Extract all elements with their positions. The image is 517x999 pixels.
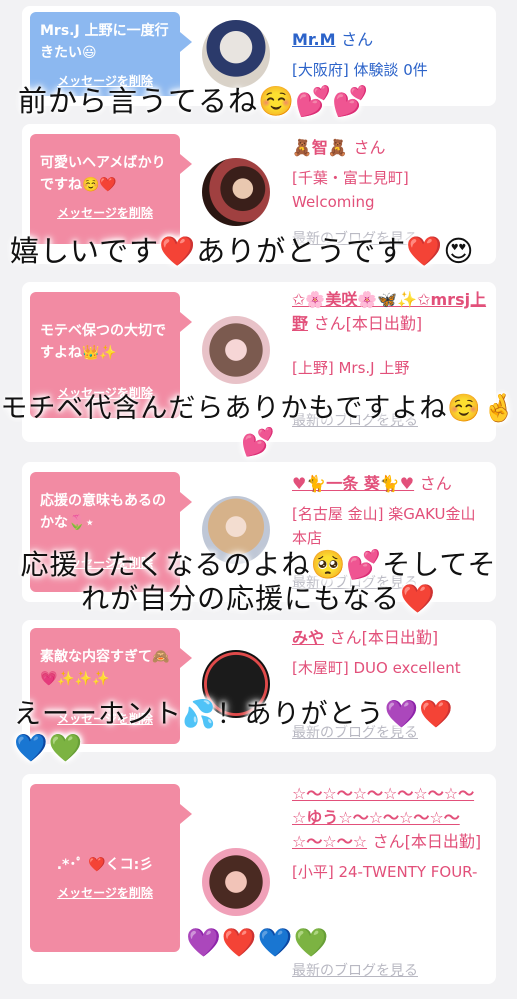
- honorific: さん: [419, 474, 452, 493]
- message-text: 可愛いヘアメばかりですね☺️❤️: [40, 155, 166, 193]
- avatar[interactable]: [202, 848, 270, 916]
- user-meta: [小平] 24-TWENTY FOUR-: [292, 863, 478, 881]
- user-name[interactable]: ✩🌸美咲🌸🦋✨✩mrsj上野 さん[本日出勤]: [292, 288, 488, 336]
- message-text: モテベ保つの大切ですよね👑✨: [40, 323, 166, 361]
- user-name[interactable]: みや さん[本日出勤]: [292, 626, 488, 650]
- user-meta: [大阪府] 体験談 0件: [292, 61, 428, 79]
- overlay-caption: 嬉しいです❤️ありがとうです❤️😍: [10, 234, 475, 268]
- user-meta: [名古屋 金山] 楽GAKU金山本店: [292, 505, 476, 547]
- user-name[interactable]: ☆〜☆〜☆〜☆〜☆〜☆〜☆ゆう☆〜☆〜☆〜☆〜☆〜☆〜☆ さん[本日出勤]: [292, 782, 488, 854]
- avatar[interactable]: [202, 20, 270, 88]
- honorific: さん[本日出勤]: [313, 314, 423, 333]
- message-text: 素敵な内容すぎて🙈💗✨✨✨: [40, 649, 170, 687]
- overlay-caption: モチベ代含んだらありかもですよね☺️🤞💕: [0, 393, 517, 458]
- user-meta: [千葉・富士見町] Welcoming: [292, 169, 409, 211]
- message-text: 応援の意味もあるのかな🌷⋆: [40, 493, 166, 531]
- overlay-caption: 応援したくなるのよね🥺💕そしてそれが自分の応援にもなる❤️: [20, 548, 497, 615]
- user-name-link[interactable]: みや: [292, 628, 324, 647]
- avatar[interactable]: [202, 158, 270, 226]
- user-name[interactable]: 🧸智🧸 さん: [292, 136, 488, 160]
- latest-blog-link[interactable]: 最新のブログを見る: [292, 960, 418, 980]
- user-meta: [木屋町] DUO excellent: [292, 659, 461, 677]
- user-name-link[interactable]: 🧸智🧸: [292, 138, 348, 157]
- overlay-caption: 前から言うてるね☺️💕💕: [18, 84, 370, 118]
- message-bubble: 可愛いヘアメばかりですね☺️❤️ メッセージを削除: [30, 134, 192, 244]
- delete-message-link[interactable]: メッセージを削除: [40, 204, 170, 221]
- user-name-link[interactable]: Mr.M: [292, 30, 336, 49]
- honorific: さん[本日出勤]: [329, 628, 439, 647]
- message-text: .*･ﾟ ❤️くコ:彡: [56, 857, 154, 873]
- honorific: さん: [341, 30, 374, 49]
- honorific: さん[本日出勤]: [372, 832, 482, 851]
- message-bubble: .*･ﾟ ❤️くコ:彡 メッセージを削除: [30, 784, 192, 952]
- avatar[interactable]: [202, 316, 270, 384]
- message-text: Mrs.J 上野に一度行きたい😃: [40, 23, 169, 61]
- honorific: さん: [353, 138, 386, 157]
- delete-message-link[interactable]: メッセージを削除: [40, 884, 170, 901]
- overlay-caption: えーーホント💦！ありがとう💜❤️💙💚: [14, 699, 454, 764]
- user-meta: [上野] Mrs.J 上野: [292, 359, 410, 377]
- user-name[interactable]: ♥🐈一条 葵🐈♥ さん: [292, 472, 488, 496]
- user-name[interactable]: Mr.M さん: [292, 28, 488, 52]
- overlay-caption: 💜❤️💙💚: [186, 926, 330, 959]
- user-name-link[interactable]: ♥🐈一条 葵🐈♥: [292, 474, 414, 493]
